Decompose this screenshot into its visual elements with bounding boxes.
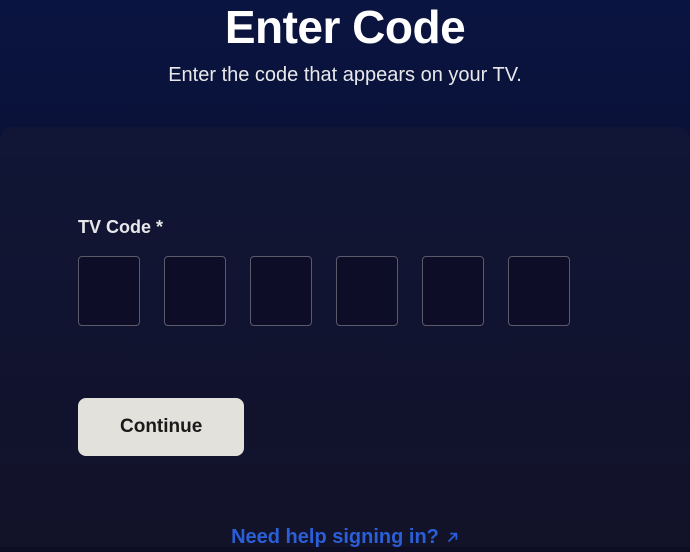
code-input-3[interactable] — [250, 256, 312, 326]
code-input-5[interactable] — [422, 256, 484, 326]
code-input-group — [78, 256, 612, 326]
page-subtitle: Enter the code that appears on your TV. — [0, 64, 690, 87]
help-link-text: Need help signing in? — [231, 526, 439, 549]
code-input-2[interactable] — [164, 256, 226, 326]
code-input-6[interactable] — [508, 256, 570, 326]
header: Enter Code Enter the code that appears o… — [0, 0, 690, 87]
code-input-1[interactable] — [78, 256, 140, 326]
code-input-4[interactable] — [336, 256, 398, 326]
continue-button[interactable]: Continue — [78, 398, 244, 456]
tv-code-label: TV Code * — [78, 217, 612, 238]
external-link-icon — [445, 531, 459, 545]
code-entry-card: TV Code * Continue Need help signing in? — [0, 127, 690, 547]
page-title: Enter Code — [0, 0, 690, 54]
help-signing-in-link[interactable]: Need help signing in? — [78, 526, 612, 549]
